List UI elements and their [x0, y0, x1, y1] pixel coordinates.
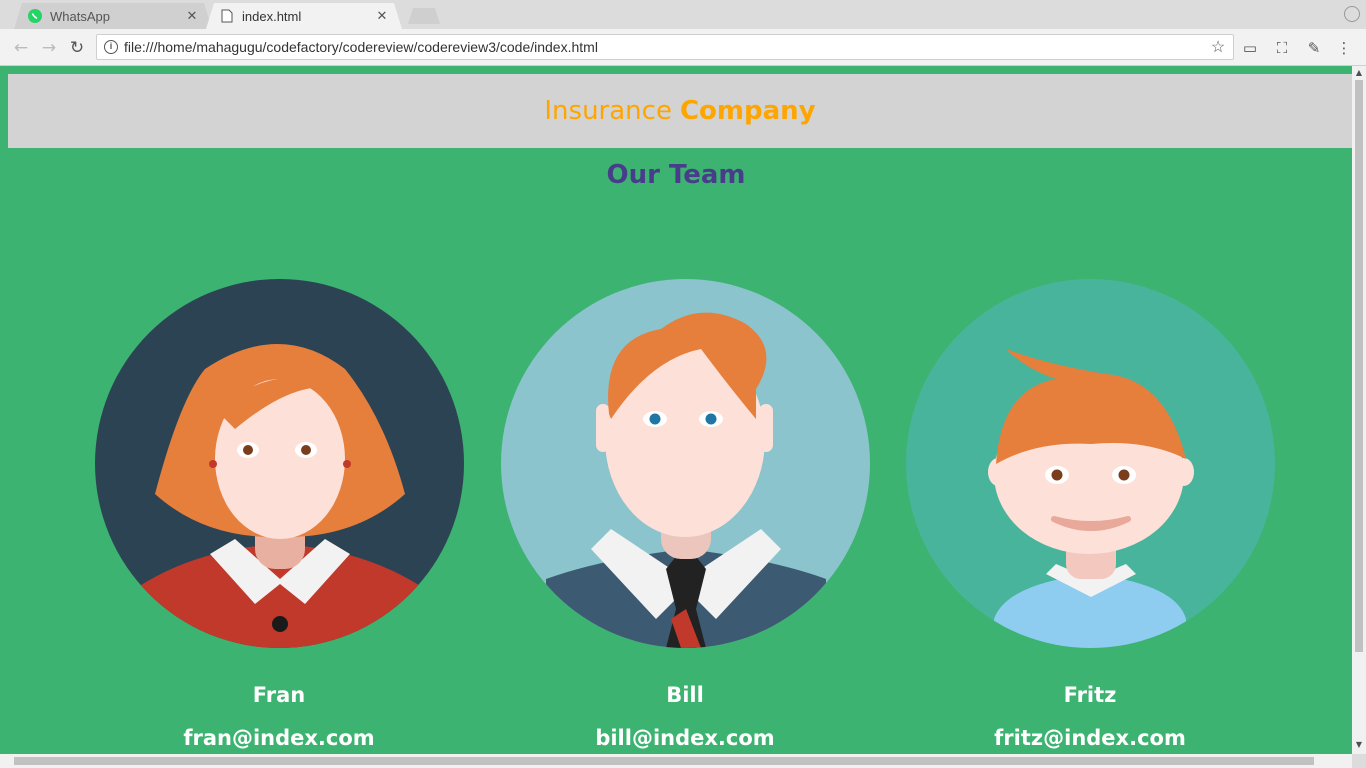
star-icon[interactable]: ☆: [1209, 37, 1227, 57]
member-name: Fran: [252, 683, 306, 707]
close-icon[interactable]: ✕: [184, 8, 200, 24]
cast-icon[interactable]: ▭: [1240, 38, 1260, 58]
reload-icon[interactable]: ↻: [67, 38, 87, 58]
browser-toolbar: ← → ↻ i file:///home/mahagugu/codefactor…: [0, 29, 1366, 66]
scrollbar-corner: [1352, 754, 1366, 768]
tab-strip: WhatsApp ✕ index.html ✕: [0, 0, 1366, 29]
tab-title: WhatsApp: [50, 8, 110, 24]
avatar: [94, 279, 464, 648]
scroll-down-icon[interactable]: ▼: [1352, 740, 1366, 752]
whatsapp-icon: [28, 9, 42, 23]
tab-whatsapp[interactable]: WhatsApp ✕: [14, 3, 212, 29]
member-name: Bill: [666, 683, 704, 707]
member-email[interactable]: bill@index.com: [500, 726, 870, 750]
team-member-fran: Fran fran@index.com: [94, 279, 464, 750]
team-heading: Our Team: [606, 160, 746, 190]
close-icon[interactable]: ✕: [374, 8, 390, 24]
new-tab-button[interactable]: [408, 8, 440, 24]
member-email[interactable]: fran@index.com: [94, 726, 464, 750]
scroll-thumb[interactable]: [14, 757, 1314, 765]
header-title-bold: Company: [679, 96, 816, 126]
tab-title: index.html: [242, 8, 302, 24]
scroll-thumb[interactable]: [1355, 80, 1363, 652]
fullscreen-icon[interactable]: ⛶: [1272, 38, 1292, 58]
back-icon[interactable]: ←: [11, 38, 31, 58]
scroll-up-icon[interactable]: ▲: [1352, 68, 1366, 80]
url-text: file:///home/mahagugu/codefactory/codere…: [124, 39, 598, 55]
vertical-scrollbar[interactable]: ▲ ▼: [1352, 66, 1366, 754]
info-icon[interactable]: i: [104, 40, 118, 54]
avatar: [500, 279, 870, 648]
avatar: [905, 279, 1275, 648]
member-name: Fritz: [1063, 683, 1117, 707]
team-member-fritz: Fritz fritz@index.com: [905, 279, 1275, 750]
menu-icon[interactable]: ⋮: [1334, 38, 1354, 58]
member-email[interactable]: fritz@index.com: [905, 726, 1275, 750]
document-icon: [220, 9, 234, 23]
address-bar[interactable]: i file:///home/mahagugu/codefactory/code…: [96, 34, 1234, 60]
tab-index[interactable]: index.html ✕: [206, 3, 402, 29]
horizontal-scrollbar[interactable]: [0, 754, 1352, 768]
page-viewport: Insurance Company Our Team Fran fran@ind…: [0, 66, 1352, 754]
forward-icon[interactable]: →: [39, 38, 59, 58]
team-member-bill: Bill bill@index.com: [500, 279, 870, 750]
eyedropper-icon[interactable]: ✎: [1304, 38, 1324, 58]
profile-icon[interactable]: [1344, 6, 1360, 22]
site-header: Insurance Company: [8, 74, 1352, 148]
header-title-light: Insurance: [544, 96, 672, 126]
